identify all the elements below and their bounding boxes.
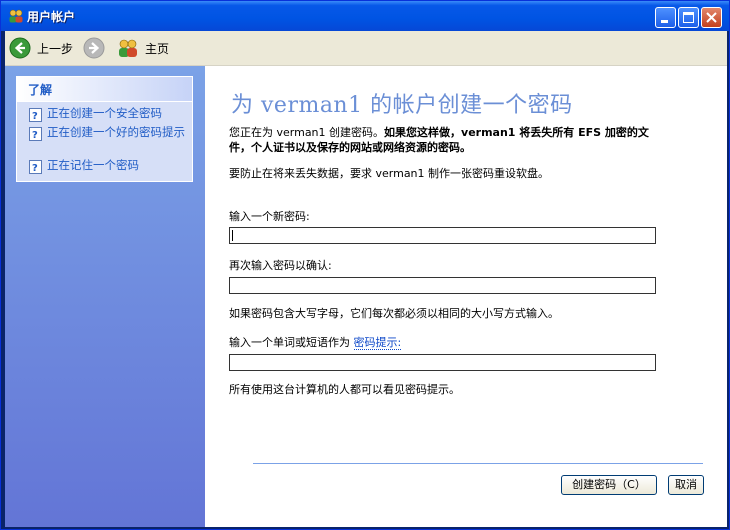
back-label: 上一步 [37,41,74,56]
help-topic-icon: ? [29,160,42,174]
home-button[interactable]: 主页 [117,36,169,60]
panel-title: 了解 [28,83,53,97]
hint-visibility-note: 所有使用这台计算机的人都可以看见密码提示。 [229,383,460,396]
user-accounts-home-icon [119,39,137,57]
password-hint-input[interactable] [229,354,656,371]
cancel-button[interactable]: 取消 [668,475,704,495]
maximize-button[interactable] [678,7,699,28]
window-client-area: 上一步 主页 了解 ? 正在创建一个安全密码 ? 正在创建一个好的密码提示 ? … [5,31,727,527]
password-hint-label: 输入一个单词或短语作为 密码提示: [229,334,402,350]
divider [253,463,703,464]
forward-arrow-icon [83,37,105,59]
back-button[interactable]: 上一步 [9,36,73,60]
svg-text:?: ? [32,111,38,122]
help-link-good-hint[interactable]: ? 正在创建一个好的密码提示 [29,126,187,141]
navigation-toolbar: 上一步 主页 [5,31,727,66]
confirm-password-input[interactable] [229,277,656,294]
new-password-label: 输入一个新密码: [229,210,310,223]
password-hint-link[interactable]: 密码提示: [353,336,402,350]
warning-paragraph: 您正在为 verman1 创建密码。如果您这样做，verman1 将丢失所有 E… [229,125,669,155]
home-label: 主页 [145,41,170,56]
window-title: 用户帐户 [27,10,76,24]
password-hint-prefix: 输入一个单词或短语作为 [229,336,350,349]
create-password-button[interactable]: 创建密码（C） [561,475,657,495]
help-link-remember-password[interactable]: ? 正在记住一个密码 [29,159,187,174]
maximize-icon [683,12,694,23]
case-sensitivity-note: 如果密码包含大写字母，它们每次都必须以相同的大小写方式输入。 [229,307,559,320]
minimize-icon [661,20,668,23]
forward-button[interactable] [83,36,105,60]
close-button[interactable] [701,7,722,28]
help-link-label: 正在创建一个好的密码提示 [47,125,185,139]
svg-text:?: ? [32,163,38,174]
sidebar: 了解 ? 正在创建一个安全密码 ? 正在创建一个好的密码提示 ? 正在记住一个密… [5,66,205,527]
back-arrow-icon [9,37,31,59]
learn-about-panel: 了解 ? 正在创建一个安全密码 ? 正在创建一个好的密码提示 ? 正在记住一个密… [16,76,193,182]
new-password-input[interactable] [229,227,656,244]
user-accounts-icon [9,9,23,23]
main-content: 为 verman1 的帐户创建一个密码 您正在为 verman1 创建密码。如果… [205,66,727,527]
text-caret [232,230,233,241]
reset-disk-note: 要防止在将来丢失数据，要求 verman1 制作一张密码重设软盘。 [229,167,550,180]
help-link-secure-password[interactable]: ? 正在创建一个安全密码 [29,107,187,122]
minimize-button[interactable] [655,7,676,28]
warning-text: 您正在为 verman1 创建密码。 [229,126,385,139]
page-title: 为 verman1 的帐户创建一个密码 [231,93,573,118]
confirm-password-label: 再次输入密码以确认: [229,259,332,272]
panel-header: 了解 [17,77,192,102]
svg-text:?: ? [32,130,38,141]
help-link-label: 正在创建一个安全密码 [47,106,162,120]
help-topic-icon: ? [29,108,42,122]
title-bar[interactable]: 用户帐户 [1,1,729,31]
help-topic-icon: ? [29,127,42,141]
help-link-label: 正在记住一个密码 [47,158,139,172]
close-icon [706,12,717,23]
user-accounts-window: 用户帐户 上一步 主页 了解 ? 正在创建一个安全密码 ? 正在创建一个好的密码… [0,0,730,530]
